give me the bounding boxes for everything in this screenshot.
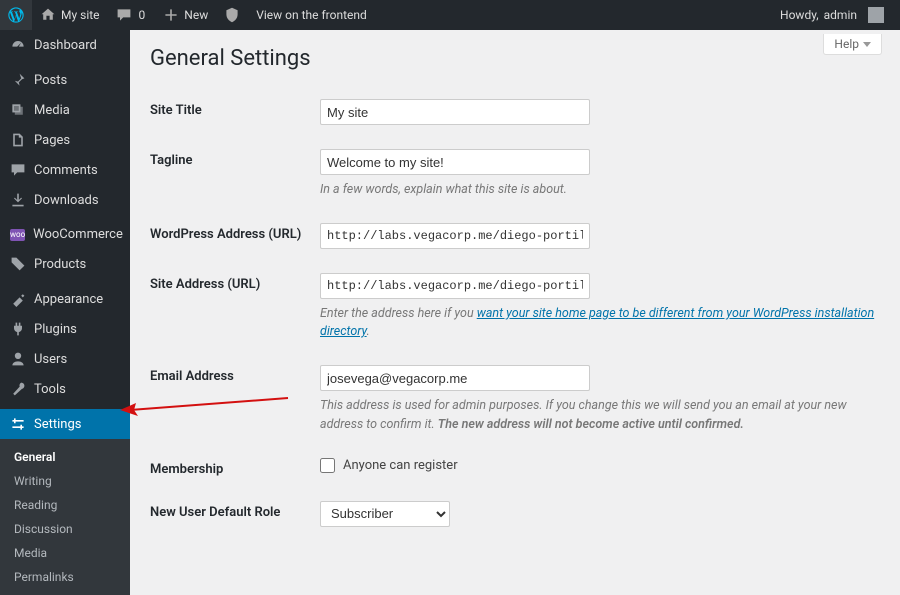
admin-menu: Dashboard Posts Media Pages Comments Dow…: [0, 30, 130, 439]
admin-bar: My site 0 New View on the frontend Howdy…: [0, 0, 900, 30]
default-role-select[interactable]: Subscriber: [320, 501, 450, 527]
menu-plugins[interactable]: Plugins: [0, 314, 130, 344]
site-url-description: Enter the address here if you want your …: [320, 305, 880, 341]
chevron-down-icon: [863, 42, 871, 47]
tagline-input[interactable]: [320, 149, 590, 175]
menu-label: Pages: [34, 133, 70, 148]
menu-users[interactable]: Users: [0, 344, 130, 374]
users-icon: [10, 351, 26, 367]
menu-comments[interactable]: Comments: [0, 155, 130, 185]
menu-label: Settings: [34, 417, 81, 432]
howdy-prefix: Howdy,: [780, 8, 819, 22]
anyone-can-register-checkbox[interactable]: [320, 458, 335, 473]
menu-appearance[interactable]: Appearance: [0, 284, 130, 314]
view-frontend-label: View on the frontend: [256, 8, 367, 22]
tagline-description: In a few words, explain what this site i…: [320, 181, 880, 199]
submenu-writing[interactable]: Writing: [0, 469, 130, 493]
menu-tools[interactable]: Tools: [0, 374, 130, 404]
site-name-item[interactable]: My site: [32, 0, 108, 30]
main-content: Help General Settings Site Title Tagline…: [130, 30, 900, 550]
comments-bubble-item[interactable]: 0: [108, 0, 156, 30]
user-avatar-icon: [868, 7, 884, 23]
adminbar-site-name: My site: [61, 8, 100, 22]
page-title: General Settings: [150, 46, 880, 71]
menu-label: Tools: [34, 382, 66, 397]
menu-label: Dashboard: [34, 38, 97, 53]
menu-label: Users: [34, 352, 67, 367]
site-url-desc-suffix: .: [367, 324, 370, 339]
new-label: New: [184, 8, 208, 22]
menu-pages[interactable]: Pages: [0, 125, 130, 155]
anyone-can-register-text: Anyone can register: [343, 458, 458, 473]
label-tagline: Tagline: [150, 139, 320, 213]
site-url-desc-prefix: Enter the address here if you: [320, 306, 477, 321]
menu-label: Plugins: [34, 322, 77, 337]
menu-label: WooCommerce: [33, 227, 123, 242]
menu-products[interactable]: Products: [0, 249, 130, 279]
comments-icon: [10, 162, 26, 178]
pages-icon: [10, 132, 26, 148]
appearance-icon: [10, 291, 26, 307]
label-default-role: New User Default Role: [150, 491, 320, 541]
submenu-general[interactable]: General: [0, 445, 130, 469]
tools-icon: [10, 381, 26, 397]
user-name: admin: [824, 8, 857, 22]
home-icon: [40, 7, 56, 23]
wp-url-input[interactable]: [320, 223, 590, 249]
anyone-can-register-label[interactable]: Anyone can register: [320, 458, 458, 473]
label-site-title: Site Title: [150, 89, 320, 139]
email-desc-2: The new address will not become active u…: [438, 417, 744, 432]
label-site-language: Site Language: [150, 541, 320, 550]
adminbar-left: My site 0 New View on the frontend: [0, 0, 375, 30]
submenu-media[interactable]: Media: [0, 541, 130, 565]
submenu-reading[interactable]: Reading: [0, 493, 130, 517]
menu-label: Appearance: [34, 292, 103, 307]
new-content-item[interactable]: New: [155, 0, 216, 30]
menu-label: Comments: [34, 163, 98, 178]
comment-count: 0: [137, 8, 148, 22]
menu-label: Downloads: [34, 193, 99, 208]
email-description: This address is used for admin purposes.…: [320, 397, 880, 433]
settings-sliders-icon: [10, 416, 26, 432]
menu-label: Products: [34, 257, 86, 272]
chat-bubble-icon: [116, 7, 132, 23]
plus-icon: [163, 7, 179, 23]
pin-icon: [10, 72, 26, 88]
label-wp-url: WordPress Address (URL): [150, 213, 320, 263]
woo-icon: woo: [10, 229, 25, 241]
wordpress-logo-icon: [8, 7, 24, 23]
adminbar-right: Howdy, admin: [772, 0, 900, 30]
site-title-input[interactable]: [320, 99, 590, 125]
email-input[interactable]: [320, 365, 590, 391]
media-icon: [10, 102, 26, 118]
site-url-input[interactable]: [320, 273, 590, 299]
menu-downloads[interactable]: Downloads: [0, 185, 130, 215]
downloads-icon: [10, 192, 26, 208]
products-icon: [10, 256, 26, 272]
menu-media[interactable]: Media: [0, 95, 130, 125]
label-email: Email Address: [150, 355, 320, 447]
menu-settings[interactable]: Settings: [0, 409, 130, 439]
admin-sidebar: Dashboard Posts Media Pages Comments Dow…: [0, 30, 130, 550]
menu-dashboard[interactable]: Dashboard: [0, 30, 130, 60]
menu-label: Posts: [34, 73, 67, 88]
dashboard-icon: [10, 37, 26, 53]
menu-posts[interactable]: Posts: [0, 65, 130, 95]
view-frontend-item[interactable]: View on the frontend: [248, 0, 375, 30]
settings-form: Site Title Tagline In a few words, expla…: [150, 89, 880, 550]
frontend-toggle-item[interactable]: [216, 0, 248, 30]
shield-icon: [224, 7, 240, 23]
help-label: Help: [834, 37, 859, 51]
submenu-discussion[interactable]: Discussion: [0, 517, 130, 541]
label-site-url: Site Address (URL): [150, 263, 320, 355]
plugins-icon: [10, 321, 26, 337]
menu-label: Media: [34, 103, 70, 118]
menu-woocommerce[interactable]: woo WooCommerce: [0, 220, 130, 249]
help-tab-button[interactable]: Help: [823, 34, 882, 55]
submenu-permalinks[interactable]: Permalinks: [0, 565, 130, 589]
settings-submenu: General Writing Reading Discussion Media…: [0, 439, 130, 595]
my-account-item[interactable]: Howdy, admin: [772, 0, 892, 30]
wp-logo-item[interactable]: [0, 0, 32, 30]
label-membership: Membership: [150, 448, 320, 491]
